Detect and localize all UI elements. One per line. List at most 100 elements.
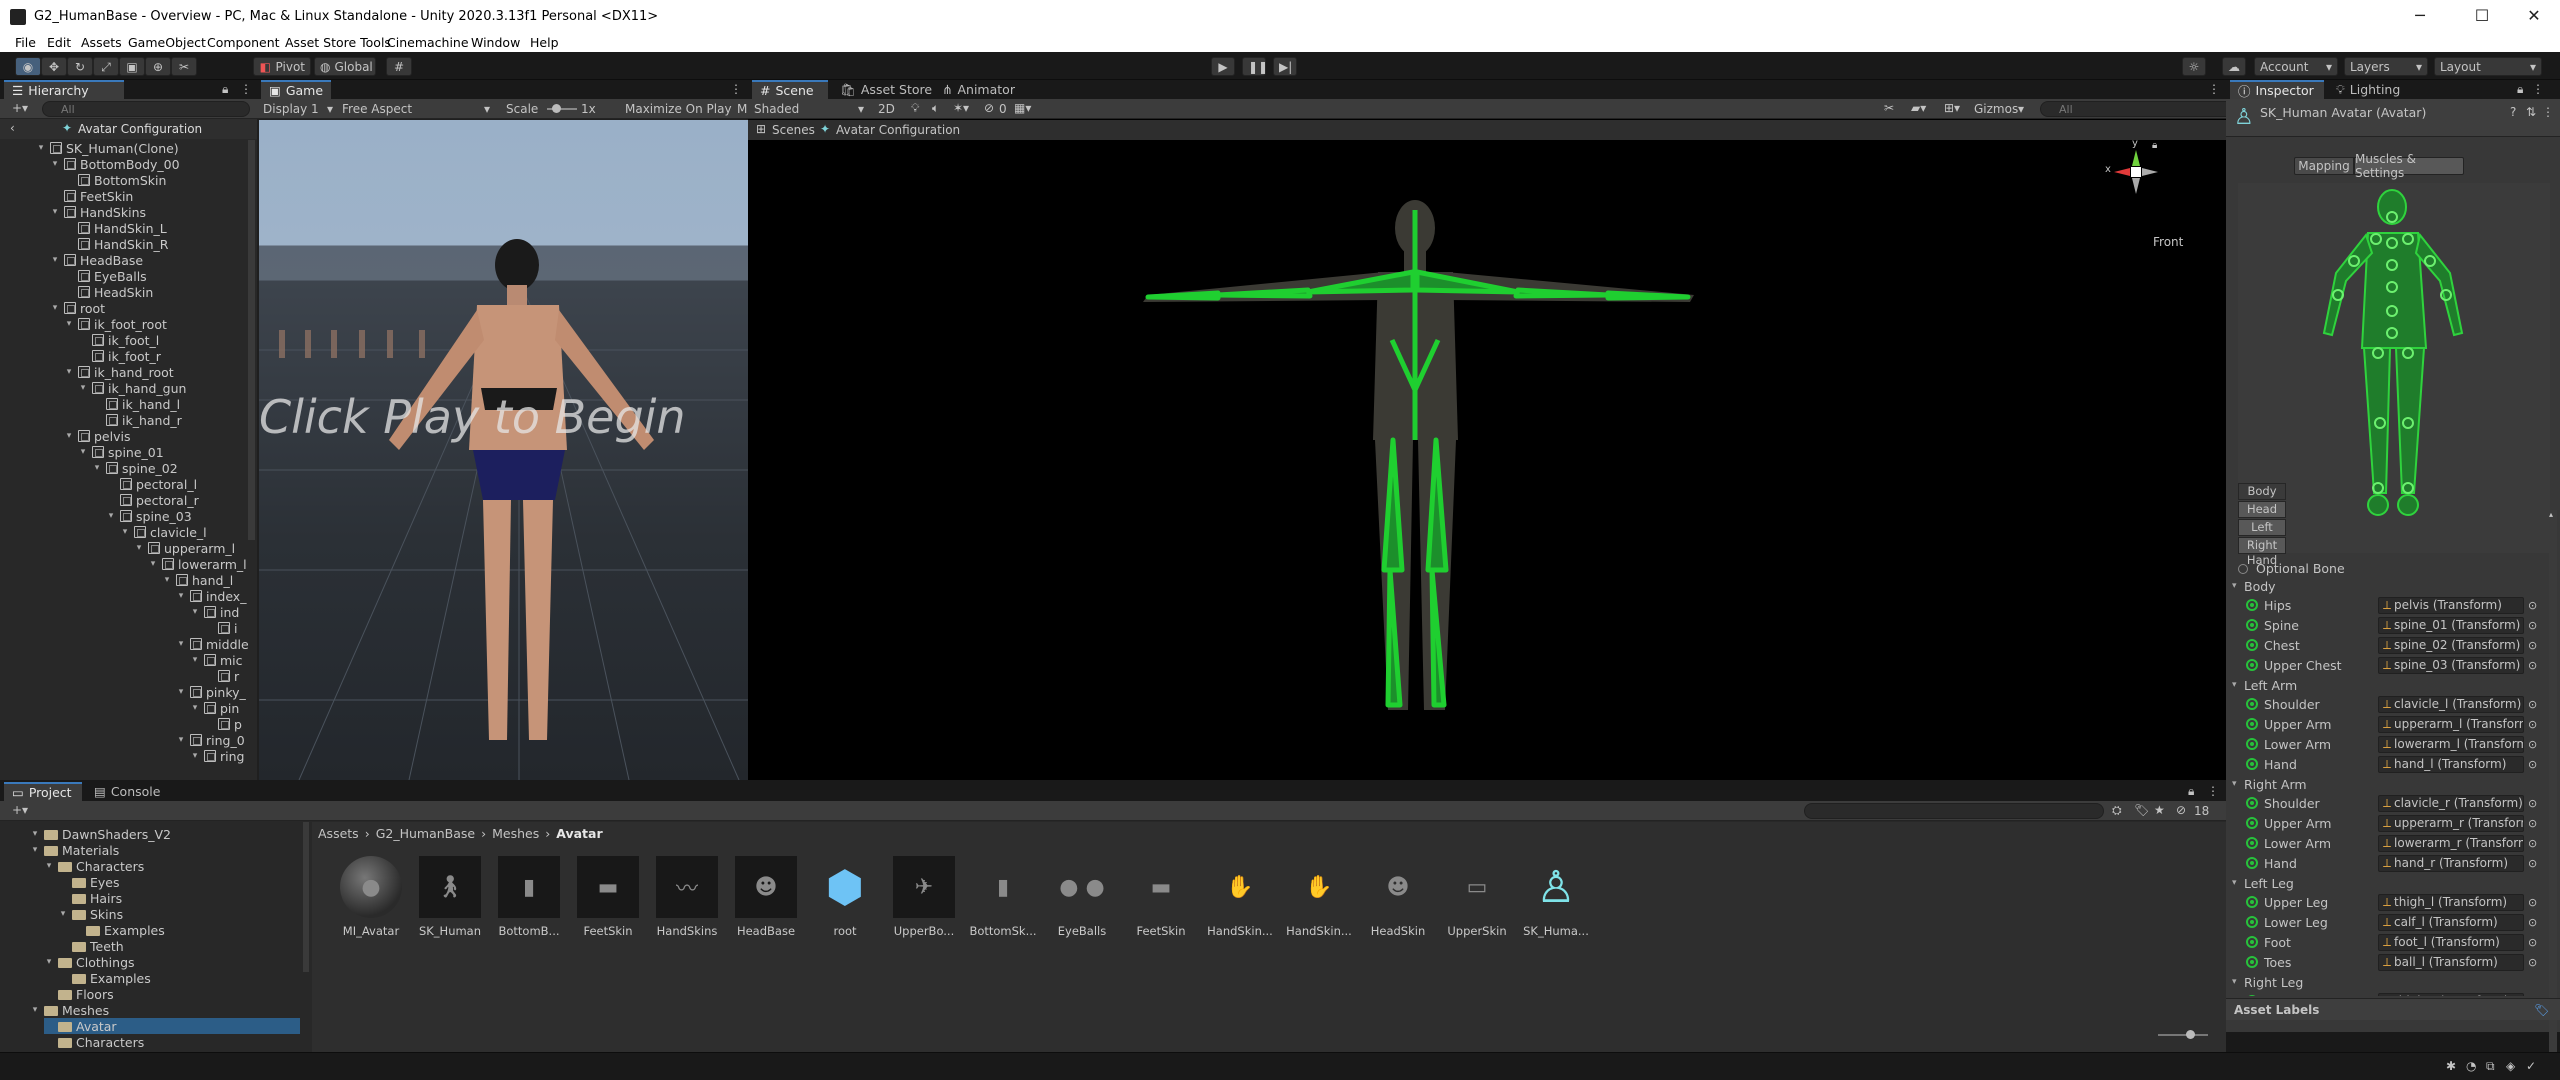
object-picker-icon[interactable]: ⊙	[2528, 916, 2537, 929]
pause-button[interactable]: ❚❚	[1242, 57, 1268, 76]
bone-status-icon[interactable]	[2246, 896, 2258, 908]
fold-arrow-icon[interactable]: ▾	[120, 527, 130, 537]
menu-edit[interactable]: Edit	[47, 35, 71, 50]
search-by-type-icon[interactable]: ⛭	[2112, 803, 2122, 818]
hidden-packages-icon[interactable]: ⊘	[2176, 803, 2186, 817]
hierarchy-item[interactable]: ▾ middle	[176, 636, 248, 652]
menu-gameobject[interactable]: GameObject	[128, 35, 206, 50]
move-tool-button[interactable]: ✥	[41, 57, 67, 76]
kebab-menu-icon[interactable]: ⋮	[240, 82, 252, 96]
asset-item[interactable]: ♙ SK_Huma...	[1517, 856, 1595, 939]
bone-status-icon[interactable]	[2246, 698, 2258, 710]
gizmo-toggle-icon[interactable]: ⊞▾	[1944, 101, 1960, 115]
hierarchy-item[interactable]: ik_hand_r	[92, 412, 182, 428]
gizmos-dropdown[interactable]: Gizmos	[1974, 102, 2018, 116]
project-search[interactable]	[1804, 803, 2104, 819]
fold-arrow-icon[interactable]: ▾	[176, 735, 186, 745]
kebab-menu-icon[interactable]: ⋮	[730, 82, 742, 96]
asset-item[interactable]: 🚶︎ SK_Human	[411, 856, 489, 938]
hierarchy-item[interactable]: ▾ HeadBase	[50, 252, 143, 268]
account-dropdown[interactable]: Account ▾	[2254, 57, 2338, 76]
fold-arrow-icon[interactable]: ▾	[50, 303, 60, 313]
kebab-menu-icon[interactable]: ⋮	[2542, 105, 2554, 119]
bone-transform-field[interactable]: ⟂ thigh_l (Transform)	[2378, 893, 2524, 911]
project-folder-item[interactable]: ▾ Skins	[58, 906, 123, 922]
fold-arrow-icon[interactable]: ▾	[134, 543, 144, 553]
bone-transform-field[interactable]: ⟂ lowerarm_l (Transform	[2378, 735, 2524, 753]
hierarchy-item[interactable]: ▾ ring	[190, 748, 245, 764]
help-icon[interactable]: ?	[2510, 105, 2516, 119]
object-picker-icon[interactable]: ⊙	[2528, 837, 2537, 850]
fold-arrow-icon[interactable]: ▾	[190, 655, 200, 665]
hierarchy-search[interactable]: All	[42, 101, 250, 117]
project-folder-item[interactable]: Teeth	[58, 938, 124, 954]
fold-arrow-icon[interactable]: ▾	[50, 159, 60, 169]
global-toggle[interactable]: ◍ Global	[314, 57, 376, 76]
bone-group-header[interactable]: ▾ Right Arm	[2232, 774, 2530, 794]
asset-item[interactable]: ▬ FeetSkin	[1122, 856, 1200, 939]
display-dropdown[interactable]: Display 1	[263, 102, 319, 116]
hierarchy-item[interactable]: HeadSkin	[64, 284, 153, 300]
scene-viewport[interactable]: x y 🔒︎ Front	[748, 140, 2226, 780]
object-picker-icon[interactable]: ⊙	[2528, 738, 2537, 751]
object-picker-icon[interactable]: ⊙	[2528, 718, 2537, 731]
thumbnail-size-thumb[interactable]	[2186, 1030, 2195, 1039]
bone-group-header[interactable]: ▾ Right Leg	[2232, 972, 2530, 992]
bone-transform-field[interactable]: ⟂ spine_03 (Transform)	[2378, 656, 2524, 674]
tab-hierarchy[interactable]: ☰ Hierarchy	[4, 80, 124, 99]
bone-transform-field[interactable]: ⟂ pelvis (Transform)	[2378, 596, 2524, 614]
fold-arrow-icon[interactable]: ▾	[50, 207, 60, 217]
project-folder-item[interactable]: Characters	[44, 1034, 144, 1050]
hierarchy-item[interactable]: EyeBalls	[64, 268, 147, 284]
bone-group-header[interactable]: ▾ Left Arm	[2232, 675, 2530, 695]
asset-item[interactable]: ☻ HeadBase	[727, 856, 805, 938]
tab-scene[interactable]: # Scene	[752, 80, 828, 99]
inspector-scrollbar[interactable]: ▴	[2549, 510, 2557, 1080]
object-picker-icon[interactable]: ⊙	[2528, 936, 2537, 949]
object-picker-icon[interactable]: ⊙	[2528, 896, 2537, 909]
left-hand-button[interactable]: Left Hand	[2238, 519, 2286, 549]
menu-help[interactable]: Help	[530, 35, 559, 50]
check-icon[interactable]: ✓	[2526, 1059, 2536, 1073]
cloud-button[interactable]: ☁	[2222, 57, 2246, 76]
game-viewport[interactable]: Click Play to Begin	[259, 120, 748, 780]
bone-transform-field[interactable]: ⟂ spine_01 (Transform)	[2378, 616, 2524, 634]
menu-cinemachine[interactable]: Cinemachine	[387, 35, 469, 50]
bone-group-header[interactable]: ▾ Body	[2232, 576, 2530, 596]
fold-arrow-icon[interactable]: ▾	[148, 559, 158, 569]
fold-arrow-icon[interactable]: ▾	[2232, 581, 2244, 591]
asset-item[interactable]: ▬ FeetSkin	[569, 856, 647, 938]
add-icon[interactable]: +▾	[12, 101, 28, 115]
menu-assets[interactable]: Assets	[81, 35, 122, 50]
hierarchy-item[interactable]: BottomSkin	[64, 172, 166, 188]
project-folder-item[interactable]: ▾ Clothings	[44, 954, 135, 970]
hierarchy-item[interactable]: ▾ clavicle_l	[120, 524, 207, 540]
hierarchy-item[interactable]: ▾ ik_foot_root	[64, 316, 167, 332]
hierarchy-scrollbar[interactable]	[248, 140, 255, 540]
bone-status-icon[interactable]	[2246, 758, 2258, 770]
hierarchy-item[interactable]: r	[204, 668, 239, 684]
asset-item[interactable]: ✈ UpperBo...	[885, 856, 963, 938]
tools-icon[interactable]: ✂	[1884, 101, 1894, 115]
scene-gizmo[interactable]: x y	[2105, 140, 2162, 198]
fold-arrow-icon[interactable]: ▾	[78, 447, 88, 457]
hierarchy-item[interactable]: ▾ HandSkins	[50, 204, 146, 220]
crumb-meshes[interactable]: Meshes	[492, 826, 539, 841]
crumb-g2-humanbase[interactable]: G2_HumanBase	[376, 826, 475, 841]
bone-status-icon[interactable]	[2246, 599, 2258, 611]
project-folder-item[interactable]: Avatar	[44, 1018, 300, 1034]
bone-transform-field[interactable]: ⟂ clavicle_l (Transform)	[2378, 695, 2524, 713]
project-folder-item[interactable]: Eyes	[58, 874, 120, 890]
object-picker-icon[interactable]: ⊙	[2528, 599, 2537, 612]
fold-arrow-icon[interactable]: ▾	[58, 909, 68, 919]
asset-item[interactable]: ▭ UpperSkin	[1438, 856, 1516, 939]
fold-arrow-icon[interactable]: ▾	[190, 751, 200, 761]
bone-transform-field[interactable]: ⟂ lowerarm_r (Transform	[2378, 834, 2524, 852]
hierarchy-item[interactable]: ▾ hand_l	[162, 572, 233, 588]
menu-component[interactable]: Component	[207, 35, 280, 50]
rect-tool-button[interactable]: ▣	[119, 57, 145, 76]
lock-icon[interactable]: 🔒︎	[2517, 82, 2523, 97]
fold-arrow-icon[interactable]: ▾	[36, 143, 46, 153]
hierarchy-item[interactable]: HandSkin_L	[64, 220, 167, 236]
fold-arrow-icon[interactable]: ▾	[2232, 680, 2244, 690]
